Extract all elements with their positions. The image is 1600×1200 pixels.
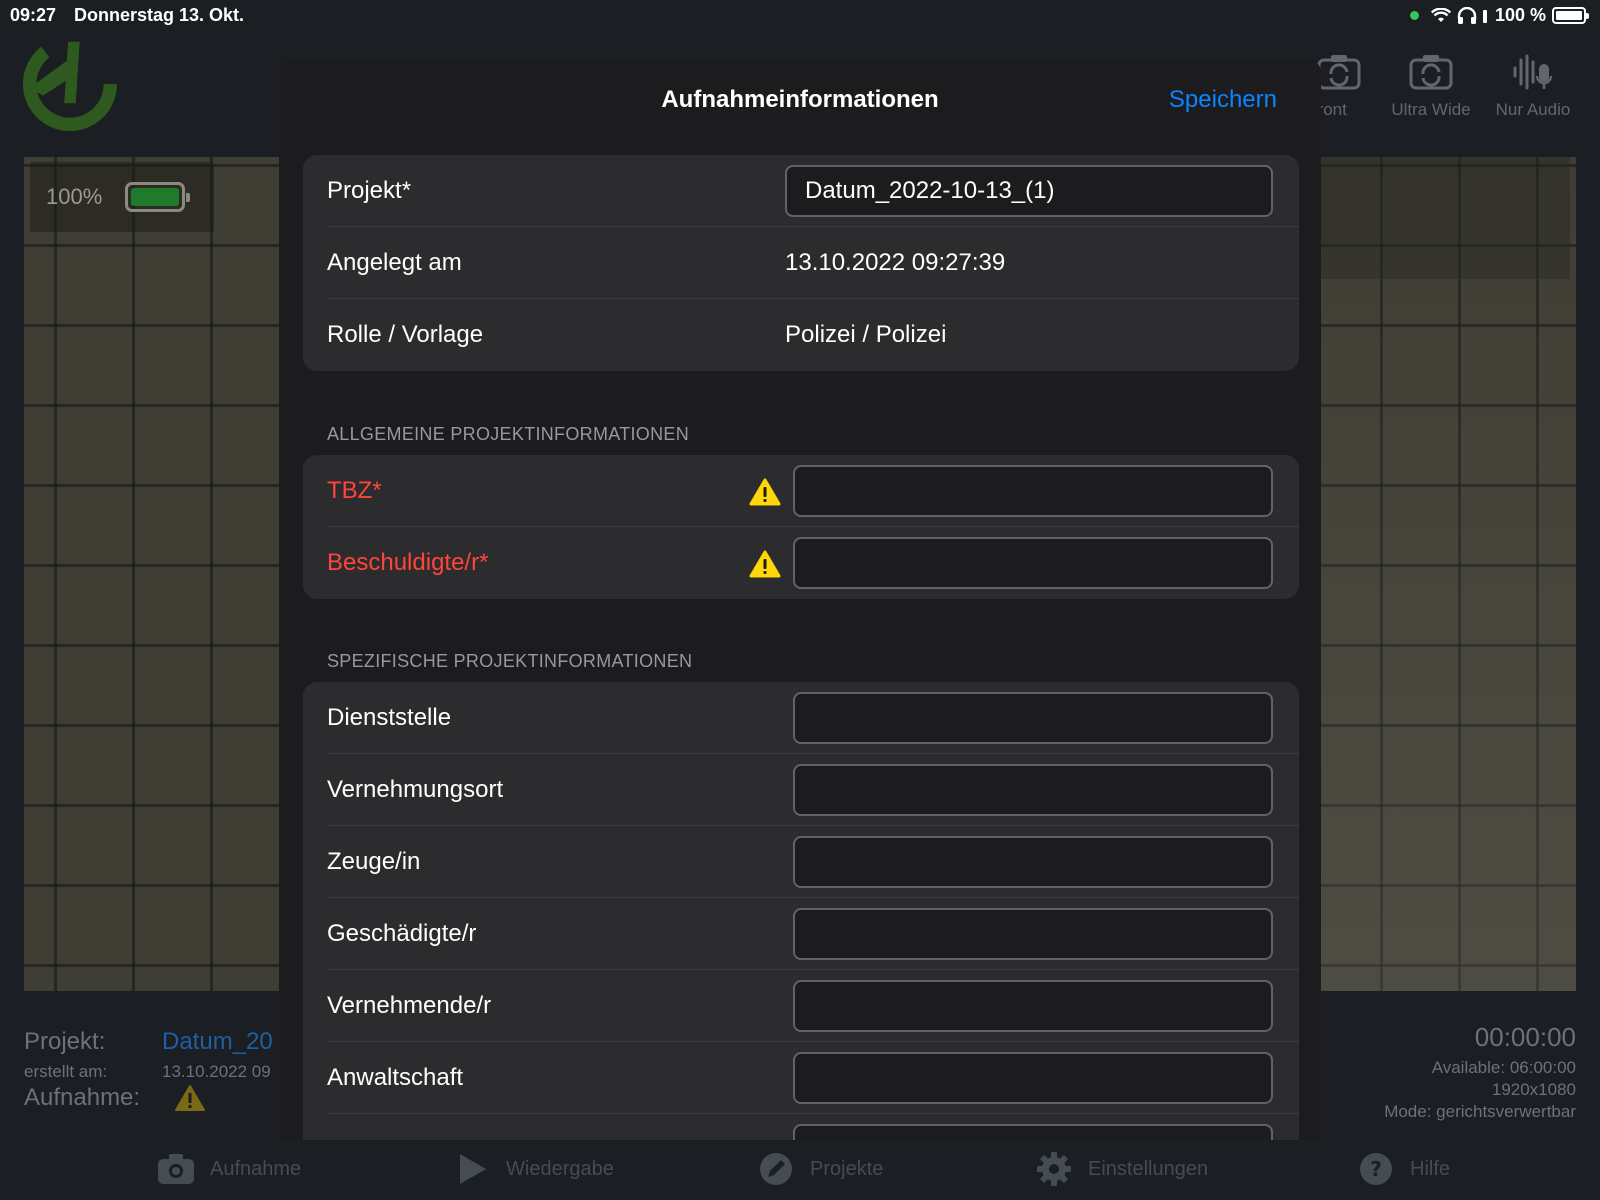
tab-label-wiedergabe: Wiedergabe: [506, 1157, 614, 1180]
project-link[interactable]: Datum_20: [162, 1028, 273, 1056]
recording-mode: Mode: gerichtsverwertbar: [1384, 1102, 1576, 1121]
role-field-value: Polizei / Polizei: [785, 321, 947, 348]
row-vernehmende: Vernehmende/r: [303, 970, 1299, 1042]
modal-title: Aufnahmeinformationen: [661, 86, 939, 113]
created-label: erstellt am:: [24, 1062, 108, 1081]
camera-icon: [158, 1154, 194, 1184]
status-bar: 09:27 Donnerstag 13. Okt. 100 %: [0, 0, 1600, 30]
row-geschaedigte: Geschädigte/r: [303, 898, 1299, 970]
battery-percentage: 100 %: [1494, 5, 1546, 25]
camera-preview-highlight: [1320, 157, 1576, 991]
anwaltschaft-field-label: Anwaltschaft: [327, 1064, 464, 1091]
general-info-group: TBZ* Beschuldigte/r*: [303, 455, 1299, 599]
anwaltschaft-input[interactable]: [793, 1052, 1273, 1104]
headphones-icon: [1457, 6, 1477, 24]
row-vernehmungsort: Vernehmungsort: [303, 754, 1299, 826]
geschaedigte-input[interactable]: [793, 908, 1273, 960]
recording-info-modal: Aufnahmeinformationen Speichern Projekt*…: [279, 60, 1321, 1140]
svg-text:?: ?: [1370, 1157, 1382, 1181]
microphone-waveform-icon: [1513, 54, 1553, 90]
row-dienststelle: Dienststelle: [303, 682, 1299, 754]
camera-preview-shade: [1320, 157, 1570, 279]
project-name-input[interactable]: [785, 165, 1273, 217]
tab-label-projekte: Projekte: [810, 1157, 884, 1180]
wifi-icon: [1430, 7, 1451, 22]
row-project: Projekt*: [303, 155, 1299, 227]
row-zeuge: Zeuge/in: [303, 826, 1299, 898]
created-field-value: 13.10.2022 09:27:39: [785, 249, 1006, 276]
project-field-label: Projekt*: [327, 177, 412, 204]
tab-einstellungen[interactable]: Einstellungen: [1034, 1152, 1208, 1186]
tbz-input[interactable]: [793, 465, 1273, 517]
specific-section-header: SPEZIFISCHE PROJEKTINFORMATIONEN: [327, 651, 693, 671]
device-battery-overlay: 100%: [30, 162, 214, 232]
tab-label-einstellungen: Einstellungen: [1088, 1157, 1209, 1180]
save-button[interactable]: Speichern: [1169, 86, 1277, 114]
vernehmungsort-field-label: Vernehmungsort: [327, 776, 504, 803]
recording-info: 00:00:00 Available: 06:00:00 1920x1080 M…: [1384, 1022, 1576, 1123]
app-logo-icon: [22, 36, 118, 132]
tab-label-aufnahme: Aufnahme: [210, 1157, 302, 1180]
warning-icon: [749, 478, 781, 506]
zeuge-field-label: Zeuge/in: [327, 848, 421, 875]
tbz-field-label: TBZ*: [327, 477, 382, 504]
tab-aufnahme[interactable]: Aufnahme: [156, 1152, 301, 1186]
row-next-partial: [303, 1114, 1299, 1140]
recording-timer: 00:00:00: [1474, 1022, 1576, 1052]
project-label: Projekt:: [24, 1028, 106, 1055]
battery-overlay-text: 100%: [46, 184, 103, 209]
gear-icon: [1037, 1152, 1071, 1186]
tab-projekte[interactable]: Projekte: [756, 1152, 883, 1186]
help-icon: ?: [1360, 1153, 1392, 1185]
tool-label-ultra-wide: Ultra Wide: [1391, 100, 1471, 119]
play-icon: [460, 1154, 486, 1184]
created-value: 13.10.2022 09: [162, 1062, 271, 1081]
beschuldigte-input[interactable]: [793, 537, 1273, 589]
project-group: Projekt* Angelegt am 13.10.2022 09:27:39…: [303, 155, 1299, 371]
dienststelle-input[interactable]: [793, 692, 1273, 744]
ultra-wide-button[interactable]: Ultra Wide: [1388, 52, 1474, 120]
status-indicators: 100 %: [1409, 5, 1589, 26]
row-tbz: TBZ*: [303, 455, 1299, 527]
tab-label-hilfe: Hilfe: [1410, 1157, 1451, 1180]
warning-icon: [749, 550, 781, 578]
zeuge-input[interactable]: [793, 836, 1273, 888]
row-beschuldigte: Beschuldigte/r*: [303, 527, 1299, 599]
battery-icon: [1552, 7, 1589, 24]
tool-label-audio-only: Nur Audio: [1495, 100, 1571, 119]
row-anwaltschaft: Anwaltschaft: [303, 1042, 1299, 1114]
dienststelle-field-label: Dienststelle: [327, 704, 452, 731]
vernehmungsort-input[interactable]: [793, 764, 1273, 816]
tab-hilfe[interactable]: ? Hilfe: [1356, 1152, 1450, 1186]
geschaedigte-field-label: Geschädigte/r: [327, 920, 477, 947]
pencil-circle-icon: [760, 1153, 792, 1185]
warning-icon: [175, 1085, 205, 1111]
row-created: Angelegt am 13.10.2022 09:27:39: [303, 227, 1299, 299]
battery-overlay-icon: [125, 182, 190, 212]
status-date: Donnerstag 13. Okt.: [74, 5, 245, 25]
created-field-label: Angelegt am: [327, 249, 462, 276]
camera-rotate-icon: [1317, 55, 1361, 90]
vernehmende-field-label: Vernehmende/r: [327, 992, 492, 1019]
audio-only-button[interactable]: Nur Audio: [1490, 52, 1576, 120]
available-time: Available: 06:00:00: [1431, 1058, 1576, 1077]
next-field-input[interactable]: [793, 1124, 1273, 1140]
row-role: Rolle / Vorlage Polizei / Polizei: [303, 299, 1299, 371]
camera-rotate-icon: [1409, 55, 1453, 90]
beschuldigte-field-label: Beschuldigte/r*: [327, 549, 489, 576]
tab-bar: Aufnahme Wiedergabe Projekte Einstellung…: [0, 1140, 1600, 1196]
battery-small-bars-icon: [1482, 9, 1487, 23]
status-time: 09:27: [10, 5, 57, 25]
resolution: 1920x1080: [1491, 1080, 1576, 1099]
vernehmende-input[interactable]: [793, 980, 1273, 1032]
camera-in-use-dot-icon: [1409, 11, 1419, 20]
role-field-label: Rolle / Vorlage: [327, 321, 484, 348]
specific-info-group: Dienststelle Vernehmungsort Zeuge/in Ges…: [303, 682, 1299, 1140]
tab-wiedergabe[interactable]: Wiedergabe: [452, 1152, 614, 1186]
general-section-header: ALLGEMEINE PROJEKTINFORMATIONEN: [327, 424, 690, 444]
camera-tools: Front Ultra Wide Nur Audio: [1316, 52, 1576, 120]
front-camera-button[interactable]: Front: [1316, 52, 1372, 120]
recording-label: Aufnahme:: [24, 1084, 141, 1111]
